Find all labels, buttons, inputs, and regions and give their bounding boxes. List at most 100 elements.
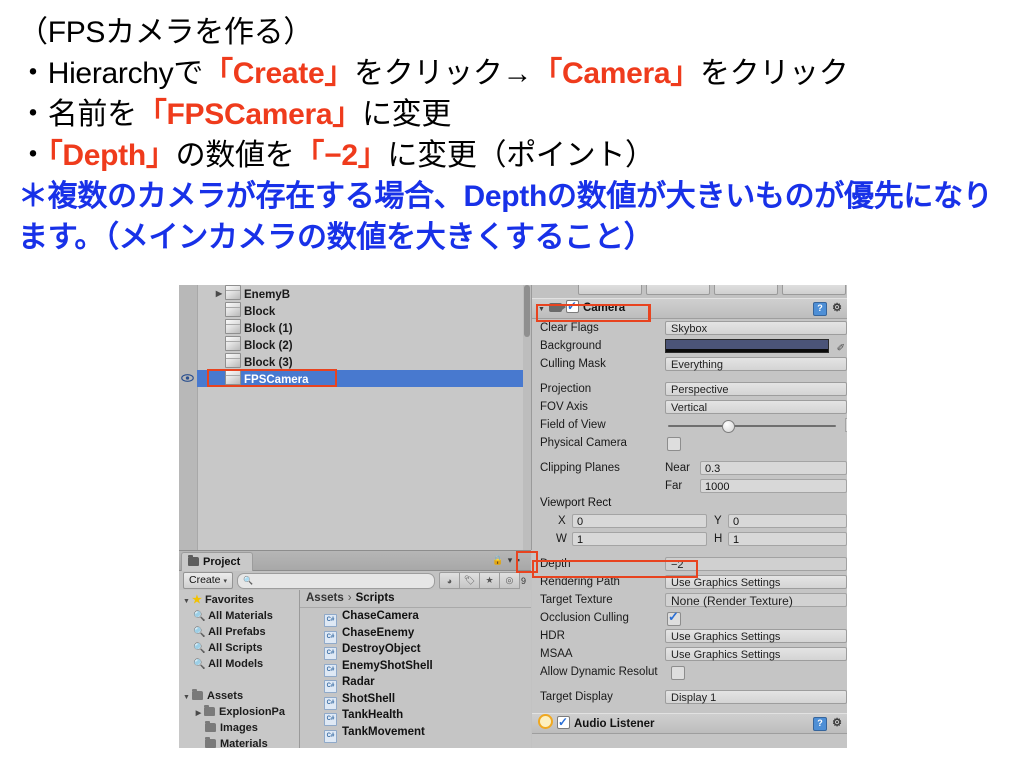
tree-item-images[interactable]: Images — [179, 720, 299, 736]
tree-item-materials[interactable]: Materials — [179, 736, 299, 748]
asset-item-chaseenemy[interactable]: C# ChaseEnemy — [300, 625, 531, 644]
asset-item-enemyshotshell[interactable]: C# EnemyShotShell — [300, 658, 531, 677]
camera-enabled-checkbox[interactable] — [565, 297, 579, 316]
tree-item-all-scripts[interactable]: 🔍 All Scripts — [179, 640, 299, 656]
field-allow-dynamic-resolution[interactable]: Allow Dynamic Resolut — [532, 663, 847, 681]
tab-project-label: Project — [203, 556, 241, 568]
tree-item-all-prefabs[interactable]: 🔍 All Prefabs — [179, 624, 299, 640]
filter-type-icon[interactable]: ◕ — [438, 572, 460, 589]
tree-item-all-models[interactable]: 🔍 All Models — [179, 656, 299, 672]
field-culling-mask[interactable]: Culling Mask Everything — [532, 355, 847, 373]
asset-item-shotshell[interactable]: C# ShotShell — [300, 691, 531, 710]
viewport-y-input[interactable]: 0 — [728, 514, 847, 528]
field-viewport-w-h[interactable]: W 1 H 1 — [532, 530, 847, 548]
field-value-dropdown[interactable]: Use Graphics Settings — [665, 575, 847, 589]
field-clear-flags[interactable]: Clear Flags Skybox — [532, 319, 847, 337]
depth-value-input[interactable]: −2 — [665, 557, 847, 571]
filter-label-icon[interactable]: 🏷 — [459, 572, 480, 589]
panel-lock-icon[interactable]: 🔒 ▾ ▪ — [492, 555, 521, 566]
field-fov-axis[interactable]: FOV Axis Vertical — [532, 398, 847, 416]
field-physical-camera[interactable]: Physical Camera — [532, 434, 847, 452]
collapse-twisty-icon[interactable]: ▼ — [538, 306, 545, 313]
breadcrumb-root[interactable]: Assets — [306, 592, 344, 604]
fov-slider-track[interactable] — [668, 425, 836, 427]
allow-dynamic-resolution-checkbox[interactable] — [671, 666, 685, 680]
expand-twisty-icon[interactable]: ▶ — [193, 706, 204, 722]
extra-dropdown-partial[interactable] — [714, 285, 778, 295]
asset-item-tankhealth[interactable]: C# TankHealth — [300, 707, 531, 726]
preset-settings-icon[interactable]: ⚙ — [831, 303, 843, 315]
tree-item-all-materials[interactable]: 🔍 All Materials — [179, 608, 299, 624]
fov-slider-knob[interactable] — [722, 420, 735, 433]
expand-twisty-icon[interactable]: ▼ — [181, 594, 192, 610]
field-target-texture[interactable]: Target Texture None (Render Texture) — [532, 591, 847, 609]
field-value-dropdown[interactable]: Skybox — [665, 321, 847, 335]
physical-camera-checkbox[interactable] — [667, 437, 681, 451]
occlusion-culling-checkbox[interactable] — [667, 608, 681, 626]
tree-item-favorites[interactable]: ▼ ★ Favorites — [179, 592, 299, 608]
near-value-input[interactable]: 0.3 — [700, 461, 847, 475]
project-search-field[interactable]: 🔍 — [237, 572, 435, 589]
field-clipping-planes-far[interactable]: Far 1000 — [532, 477, 847, 495]
field-field-of-view[interactable]: Field of View 60 — [532, 416, 847, 434]
far-value-input[interactable]: 1000 — [700, 479, 847, 493]
hierarchy-item-fpscamera[interactable]: FPSCamera — [197, 370, 523, 387]
viewport-w-input[interactable]: 1 — [572, 532, 707, 546]
field-clipping-planes-near[interactable]: Clipping Planes Near 0.3 — [532, 459, 847, 477]
asset-item-destroyobject[interactable]: C# DestroyObject — [300, 641, 531, 660]
field-hdr[interactable]: HDR Use Graphics Settings — [532, 627, 847, 645]
field-value-dropdown[interactable]: Display 1 — [665, 690, 847, 704]
fov-value-input[interactable]: 60 — [845, 418, 847, 432]
field-projection[interactable]: Projection Perspective — [532, 380, 847, 398]
help-icon[interactable]: ? — [813, 717, 827, 731]
hierarchy-item-enemyb[interactable]: ▶ EnemyB — [197, 285, 523, 302]
tab-project[interactable]: Project — [181, 552, 254, 571]
extra-dropdown-partial-2[interactable] — [782, 285, 846, 295]
field-msaa[interactable]: MSAA Use Graphics Settings — [532, 645, 847, 663]
hierarchy-item-block-1[interactable]: Block (1) — [197, 319, 523, 336]
filter-hidden-icon[interactable]: ◎ — [499, 572, 520, 589]
tree-item-assets[interactable]: ▼ Assets — [179, 688, 299, 704]
camera-component-header[interactable]: ▼ Camera ? ⚙ — [532, 297, 847, 319]
field-value-dropdown[interactable]: Perspective — [665, 382, 847, 396]
expand-twisty-icon[interactable]: ▶ — [213, 285, 225, 302]
background-color-swatch[interactable] — [665, 339, 829, 353]
viewport-x-input[interactable]: 0 — [572, 514, 707, 528]
filter-favorite-star-icon[interactable]: ★ — [479, 572, 500, 589]
slide-root: （FPSカメラを作る） ・Hierarchyで「Create」をクリック→「Ca… — [0, 0, 1024, 768]
field-depth[interactable]: Depth −2 — [532, 555, 847, 573]
project-tabbar: Project 🔒 ▾ ▪ — [179, 551, 531, 571]
project-panel: Project 🔒 ▾ ▪ Create ▾ 🔍 ◕ 🏷 ★ ◎ 9 ▼ ★ F… — [179, 550, 531, 748]
field-value-dropdown[interactable]: Vertical — [665, 400, 847, 414]
field-value-dropdown[interactable]: Use Graphics Settings — [665, 647, 847, 661]
tree-item-explosion-particle[interactable]: ▶ ExplosionPa — [179, 704, 299, 720]
tag-dropdown-partial[interactable] — [578, 285, 642, 295]
field-occlusion-culling[interactable]: Occlusion Culling — [532, 608, 847, 627]
field-background[interactable]: Background ✐ — [532, 337, 847, 355]
audio-listener-enabled-checkbox[interactable] — [557, 713, 570, 732]
audio-listener-component-header[interactable]: Audio Listener ? ⚙ — [532, 713, 847, 734]
star-icon: ★ — [192, 594, 202, 606]
visibility-eye-icon[interactable] — [181, 373, 194, 383]
viewport-h-input[interactable]: 1 — [728, 532, 847, 546]
field-viewport-x-y[interactable]: X 0 Y 0 — [532, 512, 847, 530]
expand-twisty-icon[interactable]: ▼ — [181, 690, 192, 706]
breadcrumb-current[interactable]: Scripts — [356, 592, 395, 604]
layer-dropdown-partial[interactable] — [646, 285, 710, 295]
scrollbar-thumb[interactable] — [524, 285, 530, 337]
field-value-dropdown[interactable]: Use Graphics Settings — [665, 629, 847, 643]
hierarchy-scrollbar[interactable] — [523, 285, 531, 550]
asset-item-radar[interactable]: C# Radar — [300, 674, 531, 693]
preset-settings-icon[interactable]: ⚙ — [831, 718, 843, 730]
help-icon[interactable]: ? — [813, 302, 827, 316]
field-target-display[interactable]: Target Display Display 1 — [532, 688, 847, 706]
asset-item-tankmovement[interactable]: C# TankMovement — [300, 724, 531, 743]
hierarchy-item-block[interactable]: Block — [197, 302, 523, 319]
hierarchy-item-block-3[interactable]: Block (3) — [197, 353, 523, 370]
field-rendering-path[interactable]: Rendering Path Use Graphics Settings — [532, 573, 847, 591]
create-button[interactable]: Create ▾ — [183, 572, 234, 589]
asset-item-chasecamera[interactable]: C# ChaseCamera — [300, 608, 531, 627]
field-value-dropdown[interactable]: Everything — [665, 357, 847, 371]
hierarchy-item-block-2[interactable]: Block (2) — [197, 336, 523, 353]
target-texture-object-field[interactable]: None (Render Texture) — [665, 593, 847, 608]
